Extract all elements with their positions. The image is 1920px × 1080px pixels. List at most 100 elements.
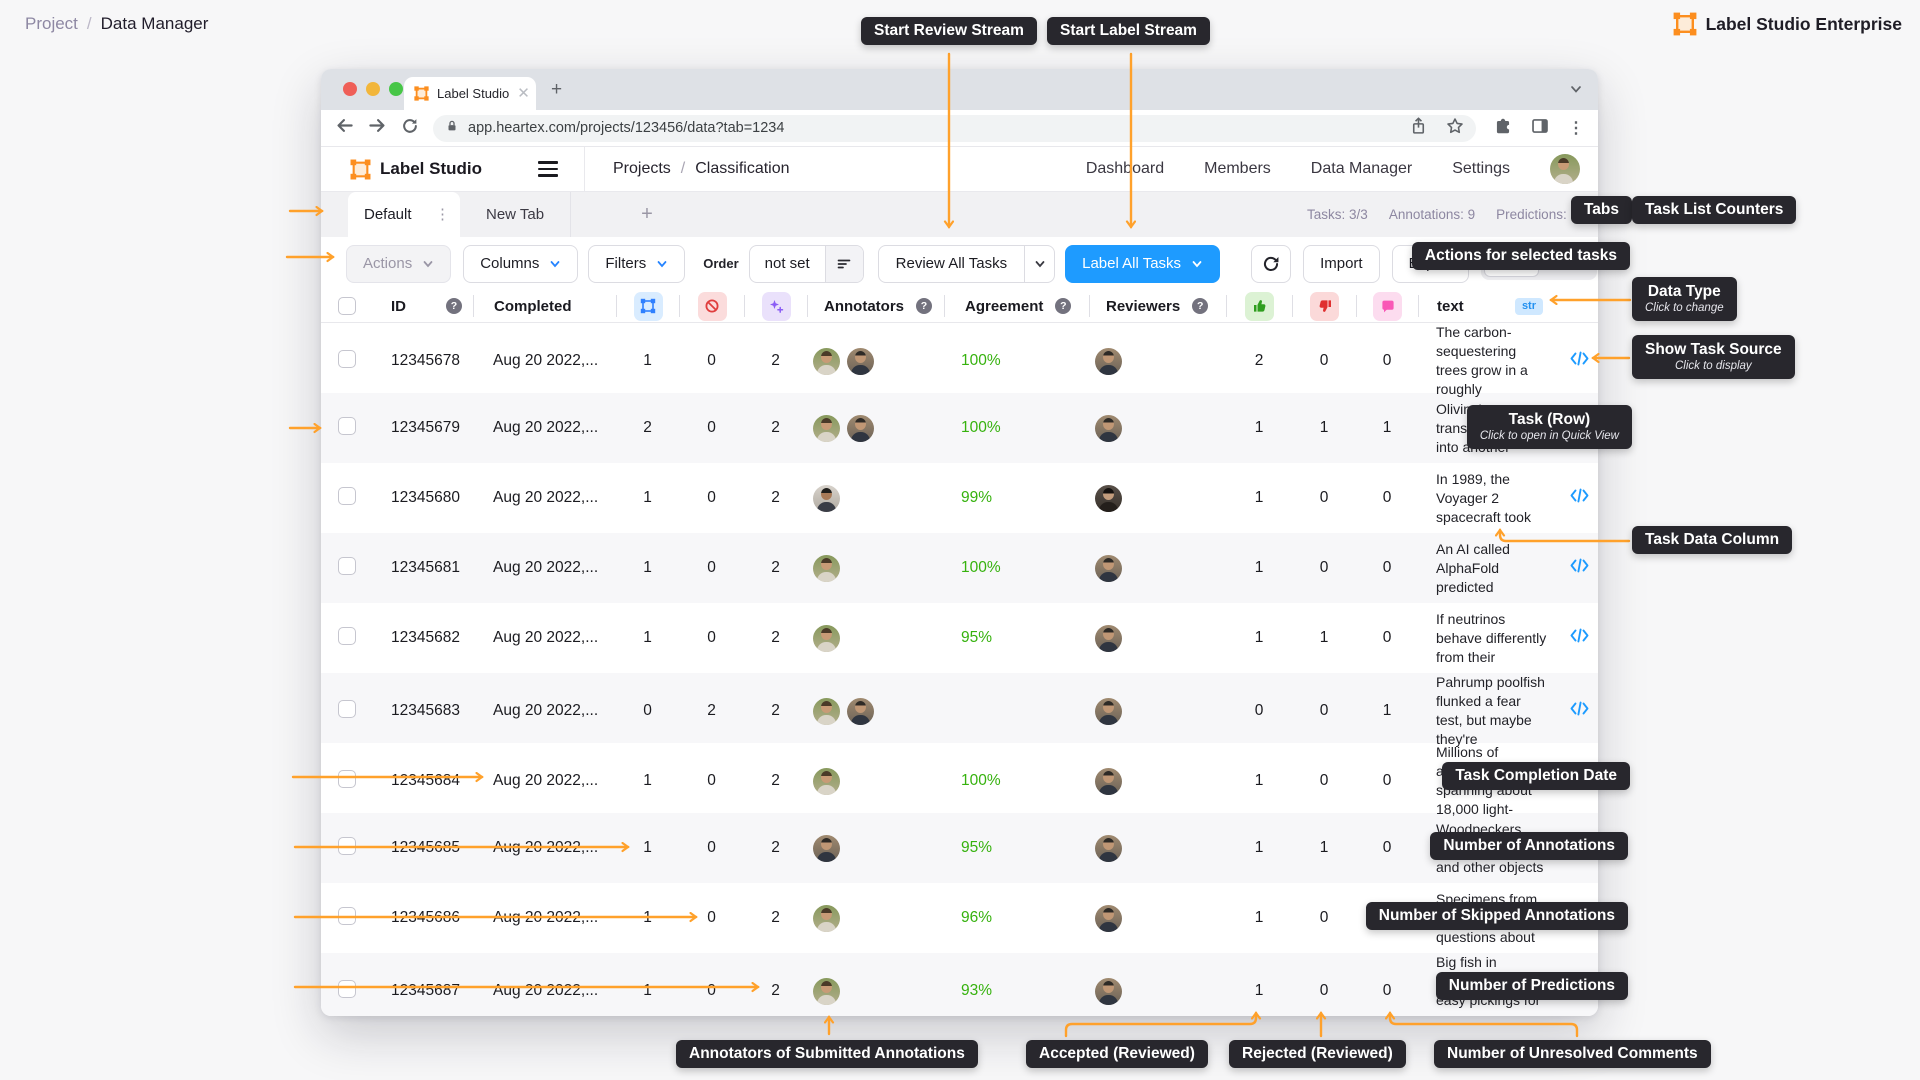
column-header-text[interactable]: textstr <box>1418 295 1561 317</box>
forward-icon[interactable] <box>368 116 387 140</box>
column-header-annotators[interactable]: Annotators? <box>807 295 944 317</box>
column-header-accepted[interactable] <box>1226 295 1292 317</box>
actions-dropdown[interactable]: Actions <box>346 245 451 283</box>
help-icon[interactable]: ? <box>916 298 932 314</box>
row-checkbox[interactable] <box>338 700 356 723</box>
column-header-comments[interactable] <box>1356 295 1418 317</box>
extensions-puzzle-icon[interactable] <box>1494 117 1512 140</box>
tab-new-tab[interactable]: New Tab <box>460 192 570 237</box>
address-bar[interactable]: app.heartex.com/projects/123456/data?tab… <box>433 115 1476 142</box>
browser-menu-kebab-icon[interactable]: ⋮ <box>1568 118 1584 138</box>
back-icon[interactable] <box>335 116 354 140</box>
table-row[interactable]: 12345682Aug 20 2022,...10295%110If neutr… <box>321 603 1598 673</box>
show-source-code-icon[interactable] <box>1570 557 1589 574</box>
column-header-reviewers[interactable]: Reviewers? <box>1089 295 1226 317</box>
table-row[interactable]: 12345678Aug 20 2022,...102100%200The car… <box>321 323 1598 393</box>
row-checkbox[interactable] <box>338 980 356 1003</box>
help-icon[interactable]: ? <box>446 298 462 314</box>
review-all-tasks-button[interactable]: Review All Tasks <box>879 246 1024 282</box>
table-row[interactable]: 12345684Aug 20 2022,...102100%100Million… <box>321 743 1598 813</box>
minimize-window-icon[interactable] <box>366 82 380 96</box>
show-source-code-icon[interactable] <box>1570 350 1589 367</box>
help-icon[interactable]: ? <box>1192 298 1208 314</box>
nav-item-data-manager[interactable]: Data Manager <box>1311 160 1412 178</box>
filters-dropdown[interactable]: Filters <box>588 245 685 283</box>
sort-direction-icon[interactable] <box>825 246 863 282</box>
ordering-control[interactable]: not set <box>749 245 864 283</box>
show-source-code-icon[interactable] <box>1570 700 1589 717</box>
row-checkbox[interactable] <box>338 487 356 510</box>
table-row[interactable]: 12345679Aug 20 2022,...202100%111Olivine… <box>321 393 1598 463</box>
task-source-button[interactable] <box>1570 700 1589 722</box>
review-all-tasks-split-button[interactable]: Review All Tasks <box>878 245 1055 283</box>
row-checkbox[interactable] <box>338 557 356 580</box>
user-avatar[interactable] <box>1550 154 1580 184</box>
column-header-predictions-count[interactable] <box>744 295 807 317</box>
column-header-completed[interactable]: Completed <box>473 295 616 317</box>
columns-dropdown[interactable]: Columns <box>463 245 578 283</box>
column-header-skipped-count[interactable] <box>679 295 744 317</box>
table-row[interactable]: 12345680Aug 20 2022,...10299%100In 1989,… <box>321 463 1598 533</box>
help-icon[interactable]: ? <box>1055 298 1071 314</box>
add-tab-button[interactable]: + <box>570 192 661 237</box>
app-logo-text[interactable]: Label Studio <box>380 159 482 179</box>
column-header-annotations-count[interactable] <box>616 295 679 317</box>
row-checkbox[interactable] <box>338 627 356 650</box>
column-header-id[interactable]: ID? <box>373 295 473 317</box>
browser-tab[interactable]: Label Studio ✕ <box>404 77 536 110</box>
annotator-avatars <box>807 485 944 512</box>
new-browser-tab-button[interactable]: + <box>551 79 562 101</box>
skipped-count: 0 <box>707 982 716 1000</box>
annotator-avatar <box>813 555 840 582</box>
thumbs-up-icon <box>1245 292 1274 321</box>
breadcrumb-parent[interactable]: Project <box>25 14 78 34</box>
close-window-icon[interactable] <box>343 82 357 96</box>
tab-default[interactable]: Default ⋮ <box>348 192 460 237</box>
projects-link[interactable]: Projects <box>613 160 671 178</box>
task-data-text: The carbon-sequestering trees grow in a … <box>1418 323 1561 399</box>
select-all-checkbox[interactable] <box>321 295 373 317</box>
row-checkbox[interactable] <box>338 350 356 373</box>
table-row[interactable]: 12345685Aug 20 2022,...10295%110Woodpeck… <box>321 813 1598 883</box>
annotator-avatar <box>813 835 840 862</box>
column-header-rejected[interactable] <box>1292 295 1356 317</box>
column-header-agreement[interactable]: Agreement? <box>944 295 1089 317</box>
review-options-chevron-icon[interactable] <box>1024 246 1054 282</box>
task-id: 12345683 <box>373 702 473 720</box>
table-row[interactable]: 12345687Aug 20 2022,...10293%100Big fish… <box>321 953 1598 1016</box>
app-logo-icon[interactable] <box>350 159 371 180</box>
task-source-button[interactable] <box>1570 487 1589 509</box>
row-checkbox[interactable] <box>338 837 356 860</box>
share-icon[interactable] <box>1410 117 1427 140</box>
row-checkbox[interactable] <box>338 907 356 930</box>
row-checkbox[interactable] <box>338 417 356 440</box>
task-source-button[interactable] <box>1570 350 1589 372</box>
row-checkbox[interactable] <box>338 770 356 793</box>
hamburger-menu-icon[interactable] <box>538 161 558 176</box>
refresh-button[interactable] <box>1251 245 1291 283</box>
close-tab-icon[interactable]: ✕ <box>517 86 530 101</box>
nav-item-dashboard[interactable]: Dashboard <box>1086 160 1164 178</box>
table-row[interactable]: 12345681Aug 20 2022,...102100%100An AI c… <box>321 533 1598 603</box>
maximize-window-icon[interactable] <box>389 82 403 96</box>
task-source-button[interactable] <box>1570 627 1589 649</box>
table-row[interactable]: 12345683Aug 20 2022,...022001Pahrump poo… <box>321 673 1598 743</box>
show-source-code-icon[interactable] <box>1570 487 1589 504</box>
brand-name: Label Studio Enterprise <box>1706 14 1902 35</box>
nav-item-settings[interactable]: Settings <box>1452 160 1510 178</box>
reviewer-avatars <box>1089 485 1226 512</box>
sidebar-icon[interactable] <box>1531 117 1549 140</box>
label-all-tasks-button[interactable]: Label All Tasks <box>1065 245 1220 283</box>
task-source-button[interactable] <box>1570 557 1589 579</box>
reload-icon[interactable] <box>401 117 419 140</box>
tab-menu-kebab-icon[interactable]: ⋮ <box>435 207 450 222</box>
import-button[interactable]: Import <box>1303 245 1380 283</box>
browser-toolbar: app.heartex.com/projects/123456/data?tab… <box>321 110 1598 147</box>
window-controls[interactable] <box>343 82 403 96</box>
tab-search-chevron-icon[interactable] <box>1569 82 1583 101</box>
nav-item-members[interactable]: Members <box>1204 160 1271 178</box>
show-source-code-icon[interactable] <box>1570 627 1589 644</box>
bookmark-star-icon[interactable] <box>1446 117 1464 140</box>
annotations-count: 1 <box>643 982 652 1000</box>
data-type-badge[interactable]: str <box>1515 298 1543 315</box>
